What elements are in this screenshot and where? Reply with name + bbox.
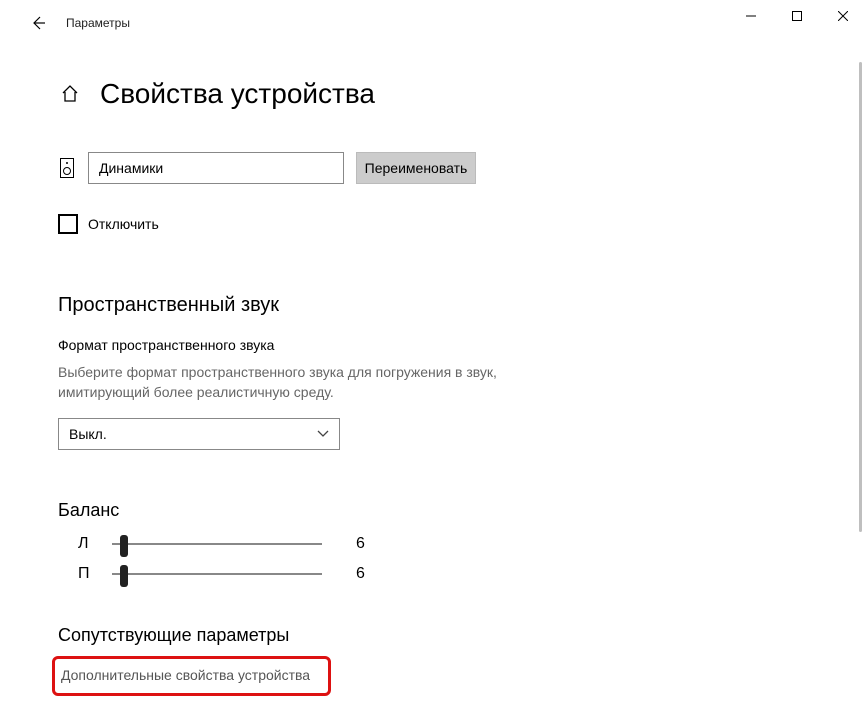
back-button[interactable] [20, 5, 56, 41]
spatial-format-dropdown[interactable]: Выкл. [58, 418, 340, 450]
minimize-button[interactable] [728, 0, 774, 32]
device-name-input[interactable] [88, 152, 344, 184]
maximize-button[interactable] [774, 0, 820, 32]
left-balance-slider[interactable] [112, 543, 322, 545]
chevron-down-icon [317, 430, 329, 438]
close-icon [838, 11, 848, 21]
speaker-icon [58, 156, 76, 180]
right-balance-slider[interactable] [112, 573, 322, 575]
home-icon [61, 85, 79, 103]
close-button[interactable] [820, 0, 866, 32]
spatial-help-text: Выберите формат пространственного звука … [58, 363, 518, 402]
left-balance-value: 6 [356, 535, 376, 553]
page-title: Свойства устройства [100, 78, 375, 110]
left-channel-letter: Л [78, 535, 96, 553]
disable-label: Отключить [88, 216, 159, 232]
rename-button[interactable]: Переименовать [356, 152, 476, 184]
arrow-left-icon [30, 15, 46, 31]
balance-left-row: Л 6 [78, 535, 866, 553]
maximize-icon [792, 11, 802, 21]
spatial-sound-title: Пространственный звук [58, 294, 866, 317]
disable-checkbox-row: Отключить [58, 214, 866, 234]
additional-properties-link[interactable]: Дополнительные свойства устройства [55, 667, 310, 683]
settings-window: Параметры Свойства устройства [0, 0, 866, 715]
content-area: Свойства устройства Переименовать Отключ… [58, 78, 866, 715]
device-row: Переименовать [58, 152, 866, 184]
dropdown-selected-value: Выкл. [69, 426, 107, 442]
right-channel-letter: П [78, 565, 96, 583]
window-controls [728, 0, 866, 32]
disable-checkbox[interactable] [58, 214, 78, 234]
scrollbar-thumb[interactable] [859, 62, 862, 532]
balance-section-label: Баланс [58, 500, 866, 521]
balance-right-row: П 6 [78, 565, 866, 583]
left-slider-thumb[interactable] [120, 535, 128, 557]
home-button[interactable] [58, 82, 82, 106]
right-slider-thumb[interactable] [120, 565, 128, 587]
right-balance-value: 6 [356, 565, 376, 583]
related-section-title: Сопутствующие параметры [58, 625, 866, 646]
minimize-icon [746, 11, 756, 21]
spatial-format-label: Формат пространственного звука [58, 337, 866, 353]
window-title: Параметры [66, 16, 130, 30]
titlebar: Параметры [0, 0, 866, 46]
heading-row: Свойства устройства [58, 78, 866, 110]
highlight-box: Дополнительные свойства устройства [52, 656, 331, 696]
